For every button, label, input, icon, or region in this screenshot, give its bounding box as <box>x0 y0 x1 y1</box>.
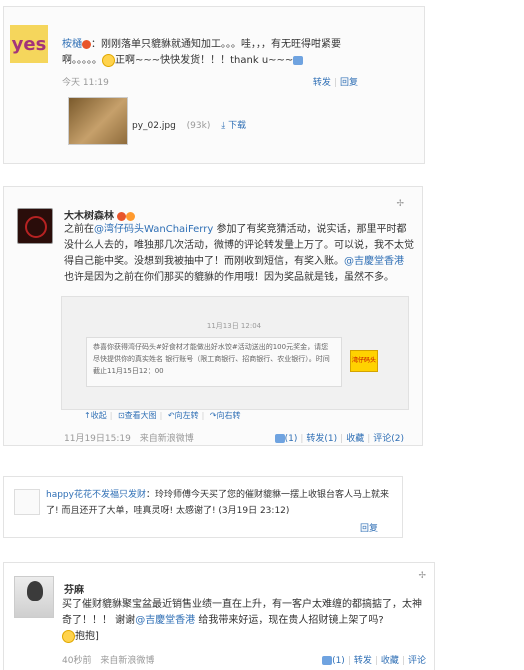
reply-link[interactable]: 回复 <box>360 524 378 534</box>
download-link[interactable]: 下载 <box>228 121 246 131</box>
comment-text: happy花花不发福只发财：玲玲师傅今天买了您的催财貔貅一摆上收银台客人马上就来… <box>46 487 396 519</box>
text-post: 也许是因为之前在你们那买的貔貅的作用哦！因为奖品就是钱，虽然不多。 <box>64 272 394 283</box>
sms-time: 11月13日 12:04 <box>206 322 262 330</box>
post-meta: 11月19日15:19 来自新浪微博 <box>64 431 194 444</box>
thumbs-up-icon <box>293 55 304 65</box>
sms-message: 恭喜你获得湾仔码头#好食材才能做出好水饺#活动送出的100元奖金，请您尽快提供你… <box>86 337 342 387</box>
separator: | <box>347 656 351 666</box>
like-count[interactable]: (1) <box>332 656 345 666</box>
author-link[interactable]: happy花花不发福只发财 <box>46 490 146 500</box>
file-size: (93k) <box>186 121 211 131</box>
fold-icon[interactable]: ✢ <box>396 199 404 209</box>
separator: | <box>201 411 205 420</box>
flower-icon <box>82 39 91 49</box>
collect-link[interactable]: 收藏 <box>381 656 399 666</box>
author-name: 大木树森林 <box>64 207 136 222</box>
brand-logo: 湾仔码头 <box>350 350 378 372</box>
post-source[interactable]: 来自新浪微博 <box>140 434 194 444</box>
text-b: 给我带来好运，现在贵人招财镜上架了吗? <box>195 615 384 626</box>
comment-actions: 回复 <box>360 521 378 534</box>
reply-link[interactable]: 回复 <box>340 78 358 88</box>
post-actions: (1) | 转发(1) | 收藏 | 评论(2) <box>274 431 404 444</box>
emoji-icon <box>126 211 136 221</box>
collect-link[interactable]: 收藏 <box>346 434 364 444</box>
image-toolbar: ↑收起 | ⊡查看大图 | ↶向左转 | ↷向右转 <box>84 410 241 421</box>
post-meta: 40秒前 来自新浪微博 <box>62 653 154 666</box>
separator: | <box>340 434 344 444</box>
view-large-link[interactable]: ⊡查看大图 <box>118 411 157 420</box>
post-actions: (1) | 转发 | 收藏 | 评论 <box>322 653 426 666</box>
download-icon[interactable]: ⤓ <box>221 121 225 131</box>
avatar[interactable]: yes <box>10 25 48 63</box>
smile-emoji-icon <box>102 53 115 67</box>
mention-link[interactable]: @吉慶堂香港 <box>135 615 195 626</box>
mention-link-1[interactable]: @湾仔码头WanChaiFerry <box>94 224 213 235</box>
author-link[interactable]: 大木树森林 <box>64 211 114 222</box>
attachment-info: py_02.jpg (93k) ⤓ 下载 <box>132 118 246 131</box>
comment-link[interactable]: 评论(2) <box>373 434 404 444</box>
separator: | <box>159 411 163 420</box>
like-count[interactable]: (1) <box>285 434 298 444</box>
avatar[interactable] <box>14 489 40 515</box>
author-link[interactable]: 桉樋 <box>62 39 82 50</box>
post-time[interactable]: 11月19日15:19 <box>64 434 131 444</box>
forward-link[interactable]: 转发(1) <box>306 434 337 444</box>
separator: | <box>333 78 337 88</box>
forward-link[interactable]: 转发 <box>354 656 372 666</box>
post-text: 买了催财貔貅聚宝盆最近销售业绩一直在上升，有一客户太难缠的都搞掂了，太神奇了！！… <box>62 597 422 645</box>
avatar-logo-text: yes <box>11 33 47 55</box>
comment-card: happy花花不发福只发财：玲玲师傅今天买了您的催财貔貅一摆上收银台客人马上就来… <box>3 476 403 538</box>
separator: | <box>109 411 113 420</box>
mention-link-2[interactable]: @吉慶堂香港 <box>344 256 404 267</box>
flower-icon <box>117 211 127 221</box>
post-card-2: 大木树森林 ✢ 之前在@湾仔码头WanChaiFerry 参加了有奖竞猜活动，说… <box>3 186 423 446</box>
post-time[interactable]: 40秒前 <box>62 656 91 666</box>
text-pre: 之前在 <box>64 224 94 235</box>
post-text: 桉樋 ：刚刚落单只貔貅就通知加工。。。哇，，，有无旺得咁紧要啊。。。。。 正啊~~~… <box>62 37 362 69</box>
separator: | <box>300 434 304 444</box>
rotate-left-link[interactable]: ↶向左转 <box>168 411 199 420</box>
like-icon[interactable] <box>274 434 285 443</box>
rotate-right-link[interactable]: ↷向右转 <box>210 411 241 420</box>
separator: | <box>401 656 405 666</box>
avatar[interactable] <box>17 208 53 244</box>
separator: | <box>374 656 378 666</box>
hug-emoji-icon <box>62 629 75 643</box>
fold-icon[interactable]: ✢ <box>418 571 426 581</box>
forward-link[interactable]: 转发 <box>313 78 331 88</box>
text-c: 抱抱] <box>75 631 99 642</box>
collapse-link[interactable]: ↑收起 <box>84 411 107 420</box>
post-card-1: yes 桉樋 ：刚刚落单只貔貅就通知加工。。。哇，，，有无旺得咁紧要啊。。。。。正… <box>3 6 425 164</box>
comment-link[interactable]: 评论 <box>408 656 426 666</box>
file-name: py_02.jpg <box>132 121 176 131</box>
post-actions: 转发 | 回复 <box>313 75 358 88</box>
post-source[interactable]: 来自新浪微博 <box>100 656 154 666</box>
separator: | <box>367 434 371 444</box>
avatar[interactable] <box>14 576 54 618</box>
post-text: 之前在@湾仔码头WanChaiFerry 参加了有奖竞猜活动，说实话，那里平时都… <box>64 222 414 286</box>
post-text-b: 正啊~~~快快发货！！！thank u~~~ <box>115 55 294 66</box>
attachment-thumbnail[interactable] <box>68 97 128 145</box>
like-icon[interactable] <box>322 656 333 665</box>
post-card-4: 芬麻 ✢ 买了催财貔貅聚宝盆最近销售业绩一直在上升，有一客户太难缠的都搞掂了，太… <box>3 562 435 670</box>
author-name[interactable]: 芬麻 <box>64 581 84 596</box>
